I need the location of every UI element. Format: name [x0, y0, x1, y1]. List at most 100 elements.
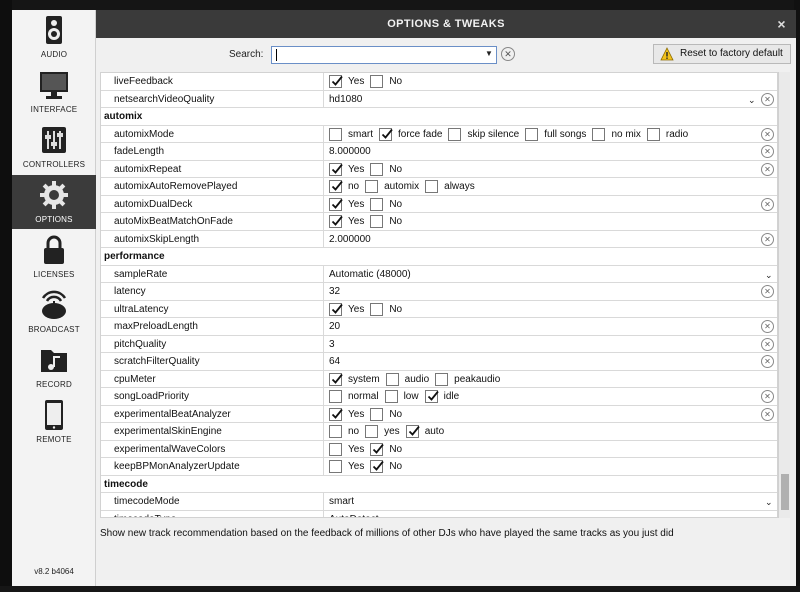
- option-row[interactable]: cpuMeter system audio peakaudio: [101, 370, 777, 388]
- option-choice[interactable]: Yes: [329, 406, 364, 423]
- checkbox[interactable]: [370, 197, 384, 211]
- reset-to-factory-default-button[interactable]: Reset to factory default: [653, 44, 791, 64]
- checkbox[interactable]: [365, 180, 379, 193]
- option-choice[interactable]: no mix: [592, 126, 641, 143]
- checkbox[interactable]: [525, 127, 539, 141]
- checkbox[interactable]: [435, 372, 449, 386]
- sidebar-item-broadcast[interactable]: BROADCAST: [12, 285, 96, 339]
- checkbox[interactable]: [646, 127, 660, 141]
- sidebar-item-record[interactable]: RECORD: [12, 340, 96, 394]
- checkbox[interactable]: [592, 127, 606, 141]
- option-row[interactable]: pitchQuality 3 ✕: [101, 335, 777, 353]
- sidebar-item-options[interactable]: OPTIONS: [12, 175, 96, 229]
- option-row[interactable]: experimentalBeatAnalyzer Yes No ✕: [101, 405, 777, 423]
- reset-option-icon[interactable]: ✕: [761, 127, 774, 141]
- option-choice[interactable]: No: [370, 161, 402, 178]
- sidebar-item-audio[interactable]: AUDIO: [12, 10, 96, 64]
- option-row[interactable]: automixSkipLength 2.000000 ✕: [101, 230, 777, 248]
- option-choice[interactable]: radio: [646, 126, 688, 143]
- option-value[interactable]: 32: [329, 283, 340, 300]
- checkbox[interactable]: [385, 372, 399, 386]
- option-row[interactable]: autoMixBeatMatchOnFade Yes No: [101, 213, 777, 231]
- option-choice[interactable]: Yes: [329, 73, 364, 90]
- option-row[interactable]: scratchFilterQuality 64 ✕: [101, 353, 777, 371]
- reset-option-icon[interactable]: ✕: [761, 407, 774, 421]
- option-choice[interactable]: idle: [424, 388, 459, 405]
- sidebar-item-interface[interactable]: INTERFACE: [12, 65, 96, 119]
- reset-option-icon[interactable]: ✕: [761, 197, 774, 211]
- option-value[interactable]: 64: [329, 353, 340, 370]
- checkbox[interactable]: [424, 390, 439, 403]
- option-value[interactable]: Automatic (48000): [329, 266, 411, 283]
- option-choice[interactable]: Yes: [329, 458, 364, 475]
- option-row[interactable]: keepBPMonAnalyzerUpdate Yes No: [101, 458, 777, 476]
- checkbox[interactable]: [384, 390, 398, 403]
- option-choice[interactable]: audio: [385, 371, 429, 388]
- checkbox[interactable]: [329, 460, 342, 473]
- checkbox[interactable]: [329, 127, 342, 141]
- checkbox[interactable]: [329, 75, 343, 88]
- option-choice[interactable]: smart: [329, 126, 373, 143]
- search-input[interactable]: [271, 46, 497, 64]
- option-row[interactable]: timecodeMode smart ⌄: [101, 493, 777, 511]
- reset-option-icon[interactable]: ✕: [761, 162, 774, 176]
- option-choice[interactable]: normal: [329, 388, 379, 405]
- option-value[interactable]: 2.000000: [329, 231, 371, 248]
- checkbox[interactable]: [425, 180, 439, 193]
- option-row[interactable]: netsearchVideoQuality hd1080 ⌄ ✕: [101, 90, 777, 108]
- option-value[interactable]: AutoDetect: [329, 511, 378, 518]
- checkbox[interactable]: [329, 390, 342, 403]
- option-row[interactable]: ultraLatency Yes No: [101, 300, 777, 318]
- option-value[interactable]: 8.000000: [329, 143, 371, 160]
- option-row[interactable]: timecodeType AutoDetect ⌄: [101, 510, 777, 518]
- option-row[interactable]: liveFeedback Yes No: [101, 73, 777, 91]
- option-choice[interactable]: no: [329, 178, 359, 195]
- sidebar-item-remote[interactable]: REMOTE: [12, 395, 96, 449]
- option-row[interactable]: experimentalSkinEngine no yes auto: [101, 423, 777, 441]
- reset-option-icon[interactable]: ✕: [761, 355, 774, 368]
- option-row[interactable]: sampleRate Automatic (48000) ⌄: [101, 265, 777, 284]
- option-choice[interactable]: No: [370, 196, 402, 213]
- option-choice[interactable]: Yes: [329, 441, 364, 458]
- checkbox[interactable]: [329, 372, 343, 386]
- option-row[interactable]: automixRepeat Yes No ✕: [101, 160, 777, 178]
- option-choice[interactable]: No: [370, 441, 402, 458]
- option-choice[interactable]: skip silence: [448, 126, 519, 143]
- reset-option-icon[interactable]: ✕: [761, 145, 774, 158]
- option-row[interactable]: songLoadPriority normal low idle ✕: [101, 388, 777, 406]
- option-choice[interactable]: No: [370, 213, 402, 230]
- checkbox[interactable]: [370, 302, 384, 316]
- option-row[interactable]: maxPreloadLength 20 ✕: [101, 318, 777, 336]
- option-choice[interactable]: no: [329, 423, 359, 440]
- checkbox[interactable]: [370, 407, 384, 421]
- reset-option-icon[interactable]: ✕: [761, 320, 774, 333]
- option-choice[interactable]: low: [384, 388, 419, 405]
- option-choice[interactable]: No: [370, 406, 402, 423]
- option-value[interactable]: hd1080: [329, 91, 362, 108]
- checkbox[interactable]: [370, 215, 384, 228]
- scrollbar-thumb[interactable]: [781, 474, 789, 510]
- option-choice[interactable]: force fade: [379, 126, 442, 143]
- reset-option-icon[interactable]: ✕: [761, 92, 774, 106]
- option-row[interactable]: latency 32 ✕: [101, 283, 777, 301]
- checkbox[interactable]: [329, 197, 343, 211]
- option-choice[interactable]: system: [329, 371, 380, 388]
- option-value[interactable]: smart: [329, 493, 354, 510]
- checkbox[interactable]: [329, 162, 343, 176]
- option-row[interactable]: automixDualDeck Yes No ✕: [101, 195, 777, 213]
- option-choice[interactable]: No: [370, 458, 402, 475]
- chevron-down-icon[interactable]: ⌄: [765, 267, 773, 284]
- option-choice[interactable]: auto: [405, 423, 444, 440]
- checkbox[interactable]: [329, 442, 342, 456]
- option-choice[interactable]: No: [370, 73, 402, 90]
- checkbox[interactable]: [448, 127, 462, 141]
- checkbox[interactable]: [370, 162, 384, 176]
- checkbox[interactable]: [370, 460, 385, 473]
- option-choice[interactable]: Yes: [329, 213, 364, 230]
- options-scrollbar[interactable]: [778, 72, 790, 518]
- option-row[interactable]: fadeLength 8.000000 ✕: [101, 143, 777, 161]
- sidebar-item-controllers[interactable]: CONTROLLERS: [12, 120, 96, 174]
- option-choice[interactable]: full songs: [525, 126, 586, 143]
- checkbox[interactable]: [370, 442, 385, 456]
- sidebar-item-licenses[interactable]: LICENSES: [12, 230, 96, 284]
